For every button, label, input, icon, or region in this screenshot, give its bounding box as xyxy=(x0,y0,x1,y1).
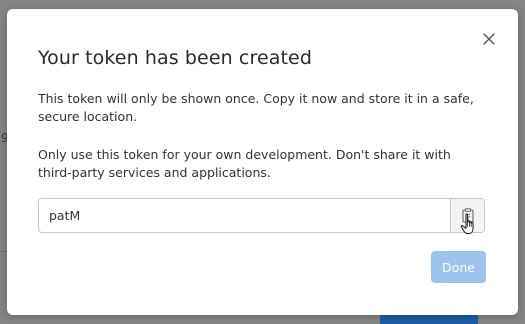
token-input[interactable] xyxy=(39,199,451,232)
dialog-usage-text: Only use this token for your own develop… xyxy=(38,147,451,180)
token-field xyxy=(38,198,485,233)
dialog-title: Your token has been created xyxy=(38,47,312,69)
copy-token-button[interactable] xyxy=(450,199,484,232)
close-icon xyxy=(483,33,495,45)
clipboard-icon xyxy=(462,208,474,223)
done-button[interactable]: Done xyxy=(431,251,486,283)
token-created-dialog: Your token has been created This token w… xyxy=(7,9,518,315)
close-button[interactable] xyxy=(481,31,497,47)
dialog-warning-text: This token will only be shown once. Copy… xyxy=(38,91,474,124)
